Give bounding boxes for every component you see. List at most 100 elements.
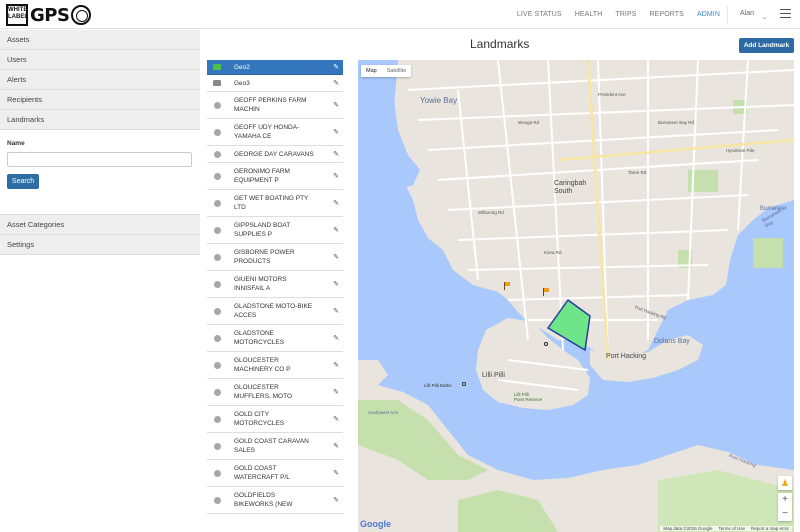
edit-icon[interactable]: ✎ [333, 388, 339, 397]
map-canvas[interactable] [358, 60, 794, 532]
landmark-name-line: GISBORNE POWER [234, 249, 295, 256]
map-label-lilli-pilli: Lilli Pilli [482, 372, 505, 379]
map-label-president-ave: President Ave [598, 92, 626, 97]
sidebar-item-users[interactable]: Users [0, 50, 200, 70]
nav-trips[interactable]: TRIPS [615, 11, 636, 18]
edit-icon[interactable]: ✎ [333, 334, 339, 343]
landmark-name-line: MOTORCYCLES [234, 339, 285, 346]
landmark-name-line: GLOUCESTER [234, 357, 279, 364]
landmark-list-item[interactable]: GLADSTONE MOTO-BIKE ACCES ✎ [207, 298, 343, 325]
google-logo: Google [360, 519, 391, 529]
street-view-pegman-icon[interactable]: ♟ [778, 476, 792, 490]
zoom-in-button[interactable]: + [778, 493, 792, 507]
landmark-list-item[interactable]: GIPPSLAND BOAT SUPPLIES P ✎ [207, 217, 343, 244]
landmark-list-item[interactable]: GIUENI MOTORS INNISFAIL A ✎ [207, 271, 343, 298]
edit-icon[interactable]: ✎ [333, 226, 339, 235]
sidebar-item-assets[interactable]: Assets [0, 30, 200, 50]
landmark-name-line: GIUENI MOTORS [234, 276, 287, 283]
globe-icon [71, 5, 92, 25]
landmark-name-line: GIPPSLAND BOAT [234, 222, 291, 229]
landmark-name-line: BIKEWORKS (NEW [234, 501, 293, 508]
brand-logo[interactable]: WHITE LABEL GPS [6, 4, 92, 26]
name-filter-input[interactable] [7, 152, 192, 167]
sidebar-item-alerts[interactable]: Alerts [0, 70, 200, 90]
landmark-list-item[interactable]: GET WET BOATING PTY LTD ✎ [207, 190, 343, 217]
nav-health[interactable]: HEALTH [575, 11, 603, 18]
landmark-list-item[interactable]: GEORGE DAY CARAVANS ✎ [207, 146, 343, 163]
landmark-list-item[interactable]: GEOFF PERKINS FARM MACHIN ✎ [207, 92, 343, 119]
landmark-list-item[interactable]: GLADSTONE MOTORCYCLES ✎ [207, 325, 343, 352]
add-landmark-button[interactable]: Add Landmark [739, 38, 794, 53]
edit-icon[interactable]: ✎ [333, 307, 339, 316]
map-label-lilli-pilli-reserve: Lilli Pilli Point Reserve [514, 392, 543, 402]
map-poi-marker[interactable] [462, 382, 466, 386]
landmark-list-item[interactable]: GLOUCESTER MACHINERY CO P ✎ [207, 352, 343, 379]
landmark-list-item[interactable]: GLOUCESTER MUFFLERS, MOTO ✎ [207, 379, 343, 406]
landmark-list-item[interactable]: GOLD COAST CARAVAN SALES ✎ [207, 433, 343, 460]
sidebar-item-settings[interactable]: Settings [0, 235, 200, 255]
edit-icon[interactable]: ✎ [333, 280, 339, 289]
edit-icon[interactable]: ✎ [333, 361, 339, 370]
landmark-name-line: YAMAHA CE [234, 133, 272, 140]
edit-icon[interactable]: ✎ [333, 150, 339, 159]
map-view[interactable]: Map Satellite Yowie Bay Caringbah South … [358, 60, 794, 532]
landmark-name-line: MOTORCYCLES [234, 420, 285, 427]
edit-icon[interactable]: ✎ [333, 172, 339, 181]
edit-icon[interactable]: ✎ [333, 415, 339, 424]
sidebar-item-recipients[interactable]: Recipients [0, 90, 200, 110]
map-type-map-button[interactable]: Map [361, 65, 382, 77]
landmark-name-line: GOLD COAST CARAVAN [234, 438, 309, 445]
edit-icon[interactable]: ✎ [333, 63, 339, 72]
edit-icon[interactable]: ✎ [333, 496, 339, 505]
nav-reports[interactable]: REPORTS [650, 11, 684, 18]
map-type-satellite-button[interactable]: Satellite [382, 65, 412, 77]
map-label-burraneer-bay-rd: Burraneer Bay Rd [658, 120, 695, 125]
landmark-name-line: ACCES [234, 312, 257, 319]
landmark-list-item[interactable]: Geo2 ✎ [207, 60, 343, 75]
landmark-circle-icon [214, 470, 221, 477]
landmark-circle-icon [214, 335, 221, 342]
landmark-name-line: PRODUCTS [234, 258, 271, 265]
landmark-list-item[interactable]: GEOFF UDY HONDA- YAMAHA CE ✎ [207, 119, 343, 146]
map-data-attribution: Map data ©2016 Google [663, 526, 713, 531]
edit-icon[interactable]: ✎ [333, 128, 339, 137]
landmark-list-item[interactable]: GERONIMO FARM EQUIPMENT P ✎ [207, 163, 343, 190]
zoom-out-button[interactable]: − [778, 507, 792, 521]
landmark-circle-icon [214, 227, 221, 234]
nav-live-status[interactable]: LIVE STATUS [517, 11, 562, 18]
landmark-name-line: GLOUCESTER [234, 384, 279, 391]
edit-icon[interactable]: ✎ [333, 199, 339, 208]
landmark-list-item[interactable]: GISBORNE POWER PRODUCTS ✎ [207, 244, 343, 271]
landmark-list-item[interactable]: GOLD COAST WATERCRAFT P/L ✎ [207, 460, 343, 487]
landmark-flag-icon[interactable] [543, 288, 549, 296]
hamburger-menu-icon[interactable] [780, 9, 791, 19]
landmark-name-line: MUFFLERS, MOTO [234, 393, 293, 400]
edit-icon[interactable]: ✎ [333, 101, 339, 110]
map-label-willarong-rd: Willarong Rd [478, 210, 504, 215]
landmark-flag-icon[interactable] [504, 282, 510, 290]
edit-icon[interactable]: ✎ [333, 469, 339, 478]
map-attribution: Map data ©2016 Google Terms of Use Repor… [660, 526, 792, 531]
landmark-list: Geo2 ✎ Geo3 ✎ GEOFF PERKINS FARM MACHIN ✎ GEOFF… [207, 60, 343, 515]
landmark-list-item[interactable]: GOLDFIELDS BIKEWORKS (NEW ✎ [207, 487, 343, 514]
edit-icon[interactable]: ✎ [333, 253, 339, 262]
user-menu[interactable]: Alan [740, 10, 754, 17]
sidebar-item-landmarks[interactable]: Landmarks [0, 110, 200, 130]
terms-of-use-link[interactable]: Terms of Use [718, 526, 745, 531]
landmark-list-item[interactable]: GOLD CITY MOTORCYCLES ✎ [207, 406, 343, 433]
landmark-name-line: SUPPLIES P [234, 231, 272, 238]
edit-icon[interactable]: ✎ [333, 442, 339, 451]
landmark-name-line: GOLD CITY [234, 411, 270, 418]
report-map-error-link[interactable]: Report a map error [751, 526, 789, 531]
search-button[interactable]: Search [7, 174, 39, 189]
map-label-burraneer: Burraneer [760, 206, 787, 212]
map-label-yowie-bay: Yowie Bay [420, 96, 458, 105]
edit-icon[interactable]: ✎ [333, 79, 339, 88]
landmark-circle-icon [214, 389, 221, 396]
map-label-dolans-bay: Dolans Bay [654, 338, 690, 345]
map-poi-marker[interactable] [544, 342, 548, 346]
caret-down-icon[interactable]: ⌄ [762, 14, 767, 21]
sidebar-item-asset-categories[interactable]: Asset Categories [0, 215, 200, 235]
nav-admin[interactable]: ADMIN [697, 11, 720, 18]
landmark-list-item[interactable]: Geo3 ✎ [207, 75, 343, 92]
